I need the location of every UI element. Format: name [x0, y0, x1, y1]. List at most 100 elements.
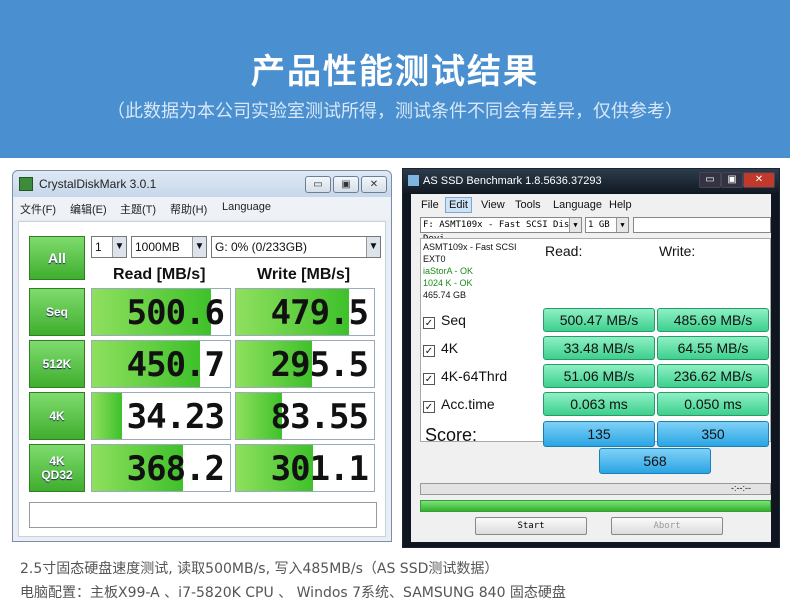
crystaldiskmark-window: CrystalDiskMark 3.0.1 ▭ ▣ ✕ 文件(F) 编辑(E) … — [12, 170, 392, 542]
read-value: 500.6 — [126, 293, 225, 333]
header-banner: 产品性能测试结果 （此数据为本公司实验室测试所得，测试条件不同会有差异，仅供参考… — [0, 0, 790, 158]
count-value: 1 — [95, 240, 102, 254]
progress-bar-total — [420, 500, 771, 512]
score-label: Score: — [425, 425, 478, 445]
as-ssd-window-title: AS SSD Benchmark 1.8.5636.37293 — [423, 175, 602, 187]
menu-help[interactable]: 帮助(H) — [170, 201, 207, 217]
caption-pc-config: 电脑配置：主板X99-A 、i7-5820K CPU 、 Windos 7系统、… — [20, 585, 566, 601]
write-result-cell: 83.55 — [235, 392, 375, 440]
read-result-cell: 34.23 — [91, 392, 231, 440]
score-total: 568 — [599, 448, 711, 474]
size-select[interactable]: 1000MB ▼ — [131, 236, 207, 258]
cdm-body: All 1 ▼ 1000MB ▼ G: 0% (0/233GB) ▼ Read … — [18, 221, 386, 537]
results-grid: ASMT109x - Fast SCSI EXT0 iaStorA - OK 1… — [420, 238, 771, 447]
test-button-2[interactable]: 4K — [29, 392, 85, 440]
write-result: 0.050 ms — [657, 392, 769, 416]
menu-view[interactable]: View — [481, 199, 505, 211]
driver-status: iaStorA - OK — [423, 266, 474, 276]
chevron-down-icon: ▼ — [366, 237, 380, 257]
device-select[interactable]: F: ASMT109x - Fast SCSI Disk Devi ▼ — [420, 217, 582, 244]
extra-field[interactable] — [633, 217, 771, 233]
menu-edit[interactable]: 编辑(E) — [70, 201, 107, 217]
score-write: 350 — [657, 421, 769, 447]
read-value: 450.7 — [126, 345, 225, 385]
checkbox-icon[interactable]: ✓ — [423, 373, 435, 385]
comment-field[interactable] — [29, 502, 377, 528]
test-label: 4K-64Thrd — [441, 368, 508, 384]
read-level-bar — [92, 393, 123, 439]
minimize-button[interactable]: ▭ — [699, 172, 721, 188]
read-value: 34.23 — [126, 397, 225, 437]
test-checkbox-row[interactable]: ✓ 4K — [423, 335, 458, 361]
read-result-cell: 368.2 — [91, 444, 231, 492]
as-ssd-window: AS SSD Benchmark 1.8.5636.37293 ▭ ▣ ✕ Fi… — [402, 168, 780, 548]
elapsed-time: -:--:-- — [731, 483, 751, 493]
menu-tools[interactable]: Tools — [515, 199, 541, 211]
menu-theme[interactable]: 主题(T) — [120, 201, 156, 217]
write-result: 236.62 MB/s — [657, 364, 769, 388]
test-button-3[interactable]: 4K QD32 — [29, 444, 85, 492]
count-select[interactable]: 1 ▼ — [91, 236, 127, 258]
test-button-1[interactable]: 512K — [29, 340, 85, 388]
maximize-button[interactable]: ▣ — [721, 172, 743, 188]
checkbox-icon[interactable]: ✓ — [423, 317, 435, 329]
test-checkbox-row[interactable]: ✓ 4K-64Thrd — [423, 363, 507, 389]
start-button[interactable]: Start — [475, 517, 587, 535]
close-button[interactable]: ✕ — [361, 176, 387, 193]
write-result-cell: 479.5 — [235, 288, 375, 336]
size-value: 1 GB — [588, 220, 610, 230]
write-header: Write: — [659, 243, 696, 259]
read-result: 500.47 MB/s — [543, 308, 655, 332]
close-button[interactable]: ✕ — [743, 172, 775, 188]
app-icon — [19, 177, 33, 191]
menu-file[interactable]: 文件(F) — [20, 201, 56, 217]
menu-help[interactable]: Help — [609, 199, 632, 211]
write-result-cell: 301.1 — [235, 444, 375, 492]
write-result: 485.69 MB/s — [657, 308, 769, 332]
cdm-titlebar: CrystalDiskMark 3.0.1 ▭ ▣ ✕ — [13, 171, 391, 197]
size-value: 1000MB — [135, 240, 180, 254]
read-result: 33.48 MB/s — [543, 336, 655, 360]
page-title: 产品性能测试结果 — [251, 52, 539, 92]
menu-language[interactable]: Language — [553, 199, 602, 211]
drive-select[interactable]: G: 0% (0/233GB) ▼ — [211, 236, 381, 258]
chevron-down-icon: ▼ — [569, 218, 581, 232]
write-result-cell: 295.5 — [235, 340, 375, 388]
read-result: 51.06 MB/s — [543, 364, 655, 388]
app-icon — [408, 175, 419, 186]
drive-info: ASMT109x - Fast SCSI EXT0 iaStorA - OK 1… — [423, 241, 537, 307]
write-value: 83.55 — [270, 397, 369, 437]
chevron-down-icon: ▼ — [112, 237, 126, 257]
as-ssd-body: File Edit View Tools Language Help F: AS… — [411, 194, 771, 542]
menu-edit[interactable]: Edit — [445, 197, 472, 213]
abort-button[interactable]: Abort — [611, 517, 723, 535]
menu-file[interactable]: File — [421, 199, 439, 211]
read-value: 368.2 — [126, 449, 225, 489]
checkbox-icon[interactable]: ✓ — [423, 401, 435, 413]
read-result: 0.063 ms — [543, 392, 655, 416]
caption-test-result: 2.5寸固态硬盘速度测试, 读取500MB/s, 写入485MB/s（AS SS… — [20, 561, 499, 577]
menu-language[interactable]: Language — [222, 201, 271, 213]
alignment-status: 1024 K - OK — [423, 278, 473, 288]
read-header: Read [MB/s] — [113, 266, 206, 283]
write-value: 301.1 — [270, 449, 369, 489]
checkbox-icon[interactable]: ✓ — [423, 345, 435, 357]
as-ssd-titlebar: AS SSD Benchmark 1.8.5636.37293 ▭ ▣ ✕ — [403, 169, 779, 193]
drive-value: G: 0% (0/233GB) — [215, 240, 308, 254]
cdm-menubar: 文件(F) 编辑(E) 主题(T) 帮助(H) Language — [14, 197, 390, 219]
score-read: 135 — [543, 421, 655, 447]
size-select[interactable]: 1 GB ▼ — [585, 217, 629, 233]
test-label: 4K — [441, 340, 459, 356]
test-label: Acc.time — [441, 396, 495, 412]
chevron-down-icon: ▼ — [192, 237, 206, 257]
all-button[interactable]: All — [29, 236, 85, 280]
test-button-0[interactable]: Seq — [29, 288, 85, 336]
test-checkbox-row[interactable]: ✓ Seq — [423, 307, 466, 333]
read-header: Read: — [545, 243, 583, 259]
test-checkbox-row[interactable]: ✓ Acc.time — [423, 391, 495, 417]
drive-capacity: 465.74 GB — [423, 290, 467, 300]
maximize-button[interactable]: ▣ — [333, 176, 359, 193]
write-value: 295.5 — [270, 345, 369, 385]
chevron-down-icon: ▼ — [616, 218, 628, 232]
minimize-button[interactable]: ▭ — [305, 176, 331, 193]
